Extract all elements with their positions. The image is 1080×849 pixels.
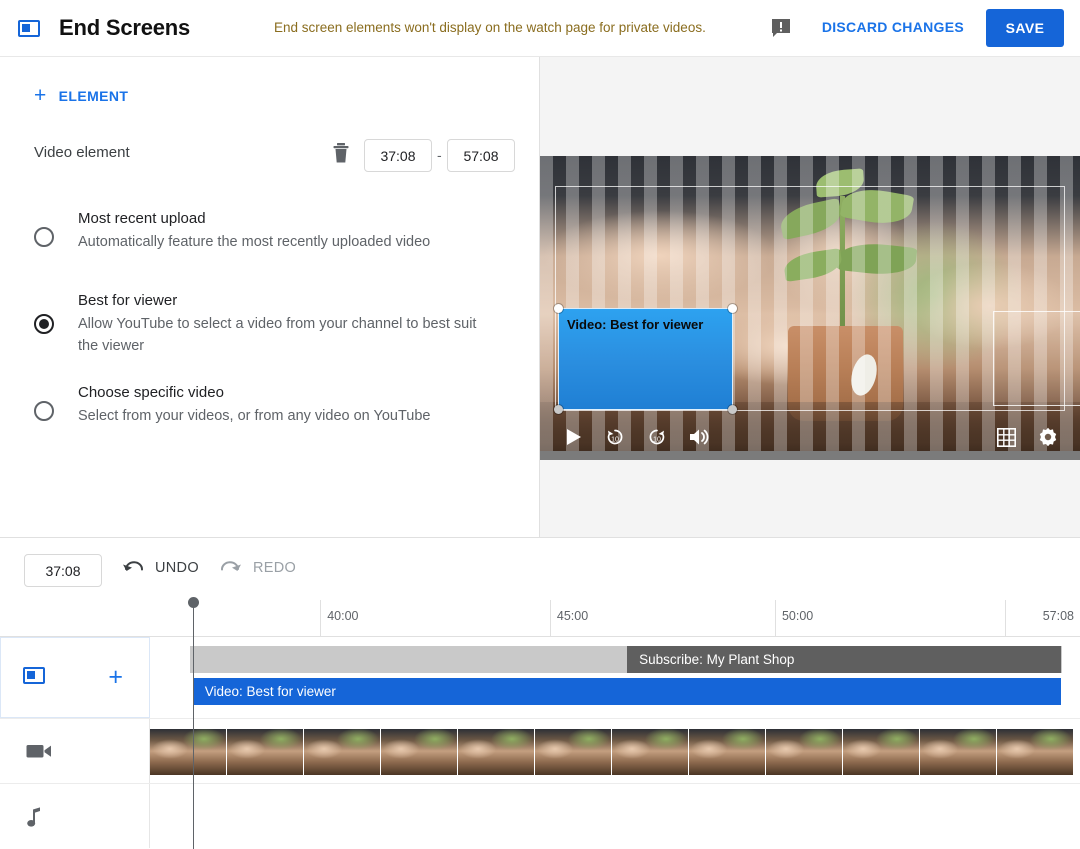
element-settings-panel: + ELEMENT Video element 37:08 - 57:08 Mo…	[0, 57, 540, 537]
end-screens-editor: End Screens End screen elements won't di…	[0, 0, 1080, 849]
redo-button[interactable]: REDO	[220, 560, 296, 576]
grid-icon[interactable]	[997, 427, 1016, 447]
redo-arrow-icon	[220, 560, 242, 576]
resize-handle-bottom-left[interactable]	[554, 405, 563, 414]
discard-changes-button[interactable]: DISCARD CHANGES	[822, 19, 964, 35]
timeline-bar-video[interactable]: Video: Best for viewer	[192, 678, 1062, 705]
plus-icon: +	[34, 84, 47, 107]
radio-most-recent-upload[interactable]	[34, 227, 54, 247]
video-camera-icon	[26, 742, 52, 760]
undo-label: UNDO	[155, 560, 199, 576]
track-audio-header	[0, 784, 150, 848]
video-filmstrip[interactable]	[150, 729, 1080, 775]
timeline-bar-subscribe[interactable]: Subscribe: My Plant Shop	[627, 646, 1062, 673]
timeline-tracks: + Subscribe: My Plant Shop Video: Best f…	[0, 637, 1080, 849]
filmstrip-frame	[997, 729, 1073, 775]
forward-10-icon[interactable]: 10	[647, 427, 667, 447]
settings-gear-icon[interactable]	[1038, 427, 1058, 447]
ruler-tick: 50:00	[774, 600, 813, 637]
add-element-label: ELEMENT	[58, 87, 129, 104]
option-description: Select from your videos, or from any vid…	[78, 408, 431, 424]
resize-handle-bottom-right[interactable]	[728, 405, 737, 414]
ruler-tick: 57:08	[1004, 600, 1080, 637]
radio-choose-specific-video[interactable]	[34, 401, 54, 421]
element-end-time-input[interactable]: 57:08	[447, 139, 515, 172]
svg-text:10: 10	[653, 437, 661, 444]
add-element-track-button[interactable]: +	[108, 665, 123, 690]
time-separator: -	[437, 147, 442, 163]
option-description: Allow YouTube to select a video from you…	[78, 316, 477, 354]
ruler-tick: 45:00	[549, 600, 588, 637]
selected-video-element[interactable]: Video: Best for viewer	[554, 304, 737, 414]
element-header-row: Video element 37:08 - 57:08	[34, 139, 515, 172]
option-choose-specific-video[interactable]: Choose specific video Select from your v…	[34, 383, 514, 439]
track-video	[0, 719, 1080, 784]
track-video-body[interactable]	[150, 719, 1080, 783]
end-screen-icon	[16, 15, 42, 41]
radio-best-for-viewer[interactable]	[34, 314, 54, 334]
replay-10-icon[interactable]: 10	[605, 427, 625, 447]
video-source-options: Most recent upload Automatically feature…	[34, 209, 514, 465]
redo-label: REDO	[253, 560, 297, 576]
track-audio	[0, 784, 1080, 848]
timeline-bar-label: Video: Best for viewer	[204, 684, 336, 699]
timeline-toolbar: 37:08 UNDO REDO	[0, 538, 1080, 600]
app-header: End Screens End screen elements won't di…	[0, 0, 1080, 57]
track-elements: + Subscribe: My Plant Shop Video: Best f…	[0, 637, 1080, 719]
player-controls: 10 10	[540, 414, 1080, 460]
add-element-button[interactable]: + ELEMENT	[34, 85, 128, 106]
undo-arrow-icon	[122, 560, 144, 576]
option-best-for-viewer[interactable]: Best for viewer Allow YouTube to select …	[34, 291, 514, 357]
ruler-tick-label: 57:08	[1042, 609, 1074, 623]
current-time-input[interactable]: 37:08	[24, 554, 102, 587]
ruler-ticks: 40:00 45:00 50:00 57:08	[150, 600, 1080, 637]
selected-element-label: Video: Best for viewer	[567, 317, 704, 332]
timeline-bar-label: Subscribe: My Plant Shop	[639, 652, 795, 667]
timeline: 37:08 UNDO REDO 40:00 45:00 50:00 57:08 …	[0, 537, 1080, 849]
ruler-tick-label: 40:00	[327, 609, 359, 623]
track-audio-body[interactable]	[150, 784, 1080, 848]
video-preview[interactable]: Video: Best for viewer 10 10	[540, 156, 1080, 460]
preview-panel: Video: Best for viewer 10 10	[540, 57, 1080, 537]
undo-button[interactable]: UNDO	[122, 560, 199, 576]
subscribe-element-outline[interactable]	[993, 311, 1080, 406]
track-video-header	[0, 719, 150, 783]
trash-icon[interactable]	[331, 142, 351, 164]
progress-bar[interactable]	[540, 451, 1080, 460]
option-title: Best for viewer	[78, 292, 178, 309]
option-title: Most recent upload	[78, 210, 206, 227]
track-elements-header: +	[0, 637, 150, 718]
timeline-ruler[interactable]: 40:00 45:00 50:00 57:08	[0, 600, 1080, 637]
end-screen-icon	[23, 666, 45, 689]
element-name: Video element	[34, 144, 130, 161]
svg-text:10: 10	[611, 437, 619, 444]
resize-handle-top-right[interactable]	[728, 304, 737, 313]
save-button[interactable]: SAVE	[986, 9, 1064, 47]
option-most-recent-upload[interactable]: Most recent upload Automatically feature…	[34, 209, 514, 265]
play-icon[interactable]	[566, 428, 583, 446]
ruler-tick-label: 45:00	[556, 609, 589, 623]
playhead-knob[interactable]	[188, 597, 199, 608]
page-title: End Screens	[59, 15, 191, 40]
music-note-icon	[26, 805, 44, 827]
volume-icon[interactable]	[689, 428, 711, 446]
warning-message: End screen elements won't display on the…	[274, 20, 706, 35]
timeline-playhead[interactable]	[188, 597, 199, 849]
comment-alert-icon	[771, 18, 791, 39]
element-start-time-input[interactable]: 37:08	[364, 139, 432, 172]
resize-handle-top-left[interactable]	[554, 304, 563, 313]
option-title: Choose specific video	[78, 384, 224, 401]
ruler-tick-label: 50:00	[781, 609, 814, 623]
track-elements-body[interactable]: Subscribe: My Plant Shop Video: Best for…	[150, 637, 1080, 718]
ruler-tick: 40:00	[320, 600, 358, 637]
option-description: Automatically feature the most recently …	[78, 234, 431, 250]
